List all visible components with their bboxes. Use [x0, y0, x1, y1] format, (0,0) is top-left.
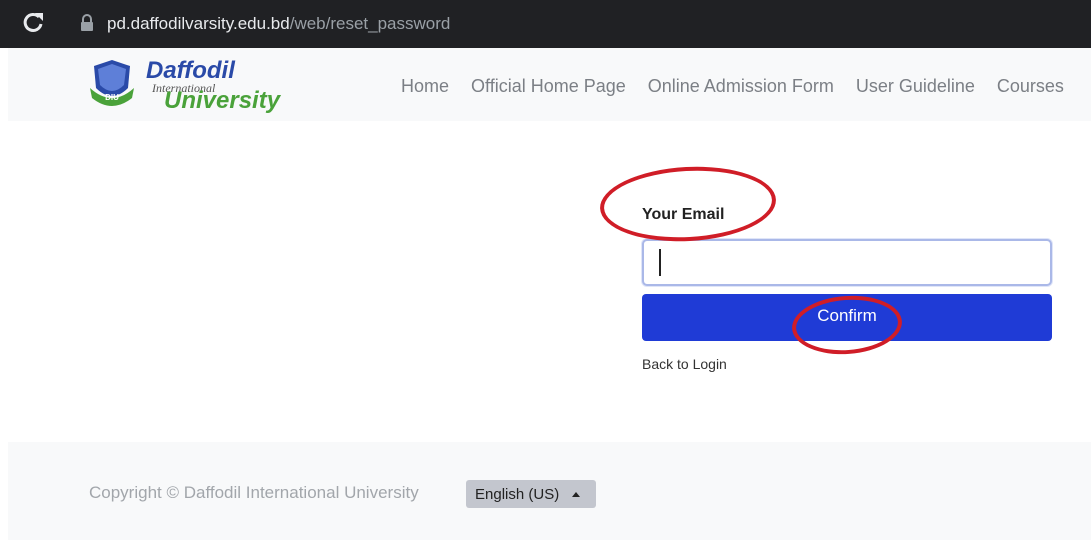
reload-icon[interactable] — [22, 11, 44, 35]
main-nav: Home Official Home Page Online Admission… — [401, 75, 1086, 97]
nav-online-admission-form[interactable]: Online Admission Form — [648, 75, 834, 97]
nav-courses[interactable]: Courses — [997, 75, 1064, 97]
language-label: English (US) — [475, 485, 560, 503]
url-host: pd.daffodilvarsity.edu.bd — [107, 14, 290, 33]
university-logo[interactable]: DIU Daffodil International University — [88, 54, 288, 114]
nav-home[interactable]: Home — [401, 75, 449, 97]
language-selector[interactable]: English (US) — [466, 480, 596, 508]
lock-icon — [81, 14, 93, 31]
nav-user-guideline[interactable]: User Guideline — [856, 75, 975, 97]
annotation-circle-email — [598, 162, 778, 246]
logo-word-university: University — [164, 87, 282, 114]
caret-up-icon — [572, 491, 581, 497]
nav-official-home-page[interactable]: Official Home Page — [471, 75, 626, 97]
logo-badge-text: DIU — [105, 93, 119, 102]
text-cursor — [659, 249, 661, 276]
browser-toolbar: pd.daffodilvarsity.edu.bd/web/reset_pass… — [0, 0, 1091, 48]
address-bar[interactable]: pd.daffodilvarsity.edu.bd/web/reset_pass… — [107, 13, 450, 35]
site-header: DIU Daffodil International University Ho… — [8, 48, 1091, 121]
url-path: /web/reset_password — [289, 14, 451, 33]
copyright-text: Copyright © Daffodil International Unive… — [89, 483, 419, 502]
logo-word-daffodil: Daffodil — [146, 57, 236, 84]
site-footer: Copyright © Daffodil International Unive… — [8, 442, 1091, 540]
email-input[interactable] — [642, 239, 1052, 286]
back-to-login-link[interactable]: Back to Login — [642, 355, 727, 373]
